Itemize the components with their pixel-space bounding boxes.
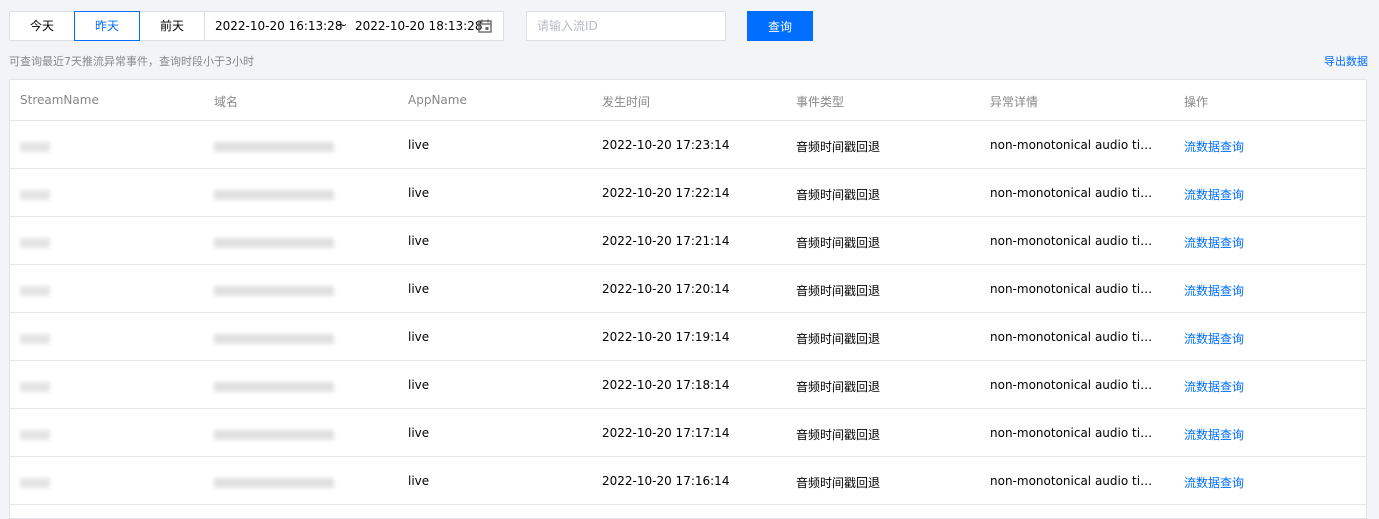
table-row: live 2022-10-20 17:19:14 音频时间戳回退 non-monoto… (10, 313, 1366, 361)
cell-detail: non-monotonical audio timest... (990, 138, 1160, 152)
table-row: live 2022-10-20 17:17:14 音频时间戳回退 non-monoto… (10, 409, 1366, 457)
table-row: live 2022-10-20 17:20:14 音频时间戳回退 non-monoto… (10, 265, 1366, 313)
header-domain: 域名 (214, 95, 239, 109)
cell-event-type: 音频时间戳回退 (796, 332, 881, 346)
stream-data-query-link[interactable]: 流数据查询 (1184, 426, 1244, 443)
redacted-domain (214, 286, 334, 296)
cell-event-type: 音频时间戳回退 (796, 380, 881, 394)
header-action: 操作 (1184, 95, 1209, 109)
table-row: live 2022-10-20 17:16:14 音频时间戳回退 non-monoto… (10, 457, 1366, 505)
header-streamname: StreamName (20, 93, 99, 107)
redacted-stream-name (20, 334, 50, 344)
cell-time: 2022-10-20 17:22:14 (602, 186, 730, 200)
redacted-stream-name (20, 238, 50, 248)
end-time: 2022-10-20 18:13:28 (355, 19, 483, 33)
table-row: live 2022-10-20 17:21:14 音频时间戳回退 non-monoto… (10, 217, 1366, 265)
cell-event-type: 音频时间戳回退 (796, 140, 881, 154)
cell-detail: non-monotonical audio timest... (990, 474, 1160, 488)
cell-detail: non-monotonical audio timest... (990, 378, 1160, 392)
table-row: live 2022-10-20 17:22:14 音频时间戳回退 non-monoto… (10, 169, 1366, 217)
cell-time: 2022-10-20 17:17:14 (602, 426, 730, 440)
cell-event-type: 音频时间戳回退 (796, 188, 881, 202)
yesterday-button[interactable]: 昨天 (74, 11, 140, 41)
stream-data-query-link[interactable]: 流数据查询 (1184, 138, 1244, 155)
today-button[interactable]: 今天 (9, 11, 75, 41)
redacted-domain (214, 334, 334, 344)
table-row: live 2022-10-20 17:18:14 音频时间戳回退 non-monoto… (10, 361, 1366, 409)
cell-appname: live (408, 282, 430, 296)
redacted-stream-name (20, 286, 50, 296)
stream-data-query-link[interactable]: 流数据查询 (1184, 234, 1244, 251)
cell-time: 2022-10-20 17:20:14 (602, 282, 730, 296)
redacted-domain (214, 478, 334, 488)
redacted-domain (214, 190, 334, 200)
export-data-link[interactable]: 导出数据 (1324, 53, 1368, 69)
stream-id-input[interactable] (526, 11, 726, 41)
cell-detail: non-monotonical audio timest... (990, 186, 1160, 200)
events-table: StreamName 域名 AppName 发生时间 事件类型 异常详情 操作 … (9, 79, 1367, 519)
cell-time: 2022-10-20 17:18:14 (602, 378, 730, 392)
stream-data-query-link[interactable]: 流数据查询 (1184, 474, 1244, 491)
header-event-type: 事件类型 (796, 95, 845, 109)
stream-data-query-link[interactable]: 流数据查询 (1184, 186, 1244, 203)
cell-appname: live (408, 186, 430, 200)
query-button[interactable]: 查询 (747, 11, 813, 41)
cell-appname: live (408, 234, 430, 248)
cell-detail: non-monotonical audio timest... (990, 282, 1160, 296)
cell-detail: non-monotonical audio timest... (990, 330, 1160, 344)
cell-event-type: 音频时间戳回退 (796, 476, 881, 490)
cell-appname: live (408, 426, 430, 440)
cell-detail: non-monotonical audio timest... (990, 426, 1160, 440)
day-selector: 今天 昨天 前天 (9, 11, 205, 41)
cell-time: 2022-10-20 17:19:14 (602, 330, 730, 344)
redacted-stream-name (20, 382, 50, 392)
cell-event-type: 音频时间戳回退 (796, 428, 881, 442)
redacted-stream-name (20, 142, 50, 152)
redacted-stream-name (20, 478, 50, 488)
calendar-icon[interactable] (478, 19, 492, 33)
header-time: 发生时间 (602, 95, 651, 109)
redacted-domain (214, 382, 334, 392)
header-detail: 异常详情 (990, 95, 1039, 109)
start-time: 2022-10-20 16:13:28 (215, 19, 343, 33)
table-body: live 2022-10-20 17:23:14 音频时间戳回退 non-monoto… (10, 121, 1366, 505)
range-separator: ~ (337, 18, 348, 32)
cell-appname: live (408, 474, 430, 488)
cell-event-type: 音频时间戳回退 (796, 284, 881, 298)
table-header: StreamName 域名 AppName 发生时间 事件类型 异常详情 操作 (10, 80, 1366, 121)
cell-appname: live (408, 378, 430, 392)
redacted-domain (214, 238, 334, 248)
cell-appname: live (408, 138, 430, 152)
stream-data-query-link[interactable]: 流数据查询 (1184, 282, 1244, 299)
stream-data-query-link[interactable]: 流数据查询 (1184, 378, 1244, 395)
redacted-domain (214, 142, 334, 152)
cell-event-type: 音频时间戳回退 (796, 236, 881, 250)
cell-detail: non-monotonical audio timest... (990, 234, 1160, 248)
cell-time: 2022-10-20 17:23:14 (602, 138, 730, 152)
cell-time: 2022-10-20 17:16:14 (602, 474, 730, 488)
header-appname: AppName (408, 93, 467, 107)
stream-data-query-link[interactable]: 流数据查询 (1184, 330, 1244, 347)
query-hint: 可查询最近7天推流异常事件，查询时段小于3小时 (9, 55, 254, 68)
cell-appname: live (408, 330, 430, 344)
date-range-picker[interactable]: 2022-10-20 16:13:28 ~ 2022-10-20 18:13:2… (204, 11, 504, 41)
redacted-stream-name (20, 430, 50, 440)
redacted-domain (214, 430, 334, 440)
redacted-stream-name (20, 190, 50, 200)
cell-time: 2022-10-20 17:21:14 (602, 234, 730, 248)
filter-toolbar: 今天 昨天 前天 2022-10-20 16:13:28 ~ 2022-10-2… (9, 11, 504, 41)
day-before-yesterday-button[interactable]: 前天 (139, 11, 205, 41)
table-row: live 2022-10-20 17:23:14 音频时间戳回退 non-monoto… (10, 121, 1366, 169)
